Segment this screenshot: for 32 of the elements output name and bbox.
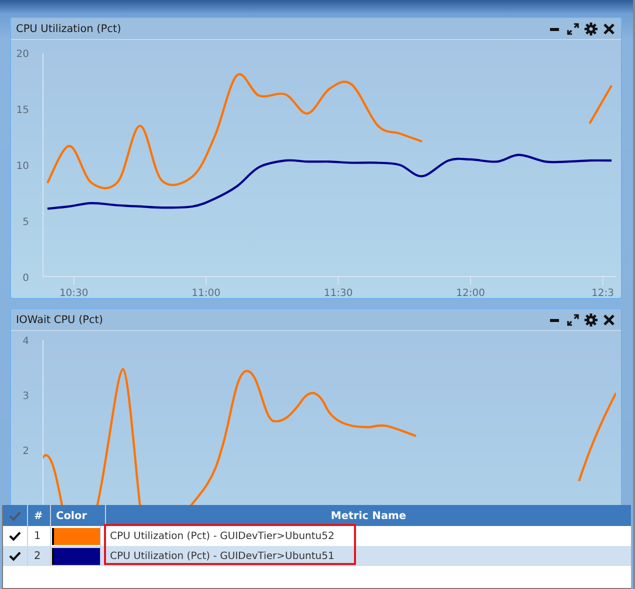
settings-icon[interactable] [584,22,598,36]
axis-label: 4 [22,336,29,347]
axis-label: 10 [16,161,29,172]
checkmark-icon[interactable] [9,551,21,561]
column-header[interactable]: # [28,505,51,526]
axis-label: 10:30 [59,288,88,298]
axis-label: 15 [16,105,29,116]
table-cell-text: CPU Utilization (Pct) - GUIDevTier>Ubuntu51 [109,550,336,564]
table-row[interactable]: 1 CPU Utilization (Pct) - GUIDevTier>Ubuntu52 [3,526,631,546]
table-row[interactable]: 2 CPU Utilization (Pct) - GUIDevTier>Ubuntu51 [3,546,631,566]
check-icon[interactable] [9,510,21,520]
expand-icon[interactable] [566,22,580,36]
panel-title: IOWait CPU (Pct) [16,314,103,326]
axis-label: 11:00 [192,288,220,298]
axis-label: 20 [16,49,29,60]
close-icon[interactable] [602,312,616,326]
axis-label: 12:00 [456,288,485,298]
column-header[interactable]: Metric Name [106,505,631,526]
settings-icon[interactable] [584,312,598,326]
axis-label: 11:30 [324,288,353,298]
axis-label: 3 [22,391,29,402]
expand-icon[interactable] [566,312,580,326]
panel-title: CPU Utilization (Pct) [16,22,122,34]
axis-label: 2 [22,446,29,457]
axis-label: 0 [22,273,29,284]
checkmark-icon[interactable] [9,531,21,541]
close-icon[interactable] [602,22,616,36]
axis-label: 5 [22,217,29,228]
column-header[interactable]: Color [51,505,106,526]
table-cell-text: CPU Utilization (Pct) - GUIDevTier>Ubuntu52 [109,530,336,544]
axis-label: 12:3 [592,288,614,298]
table-cell: 2 [28,546,51,566]
